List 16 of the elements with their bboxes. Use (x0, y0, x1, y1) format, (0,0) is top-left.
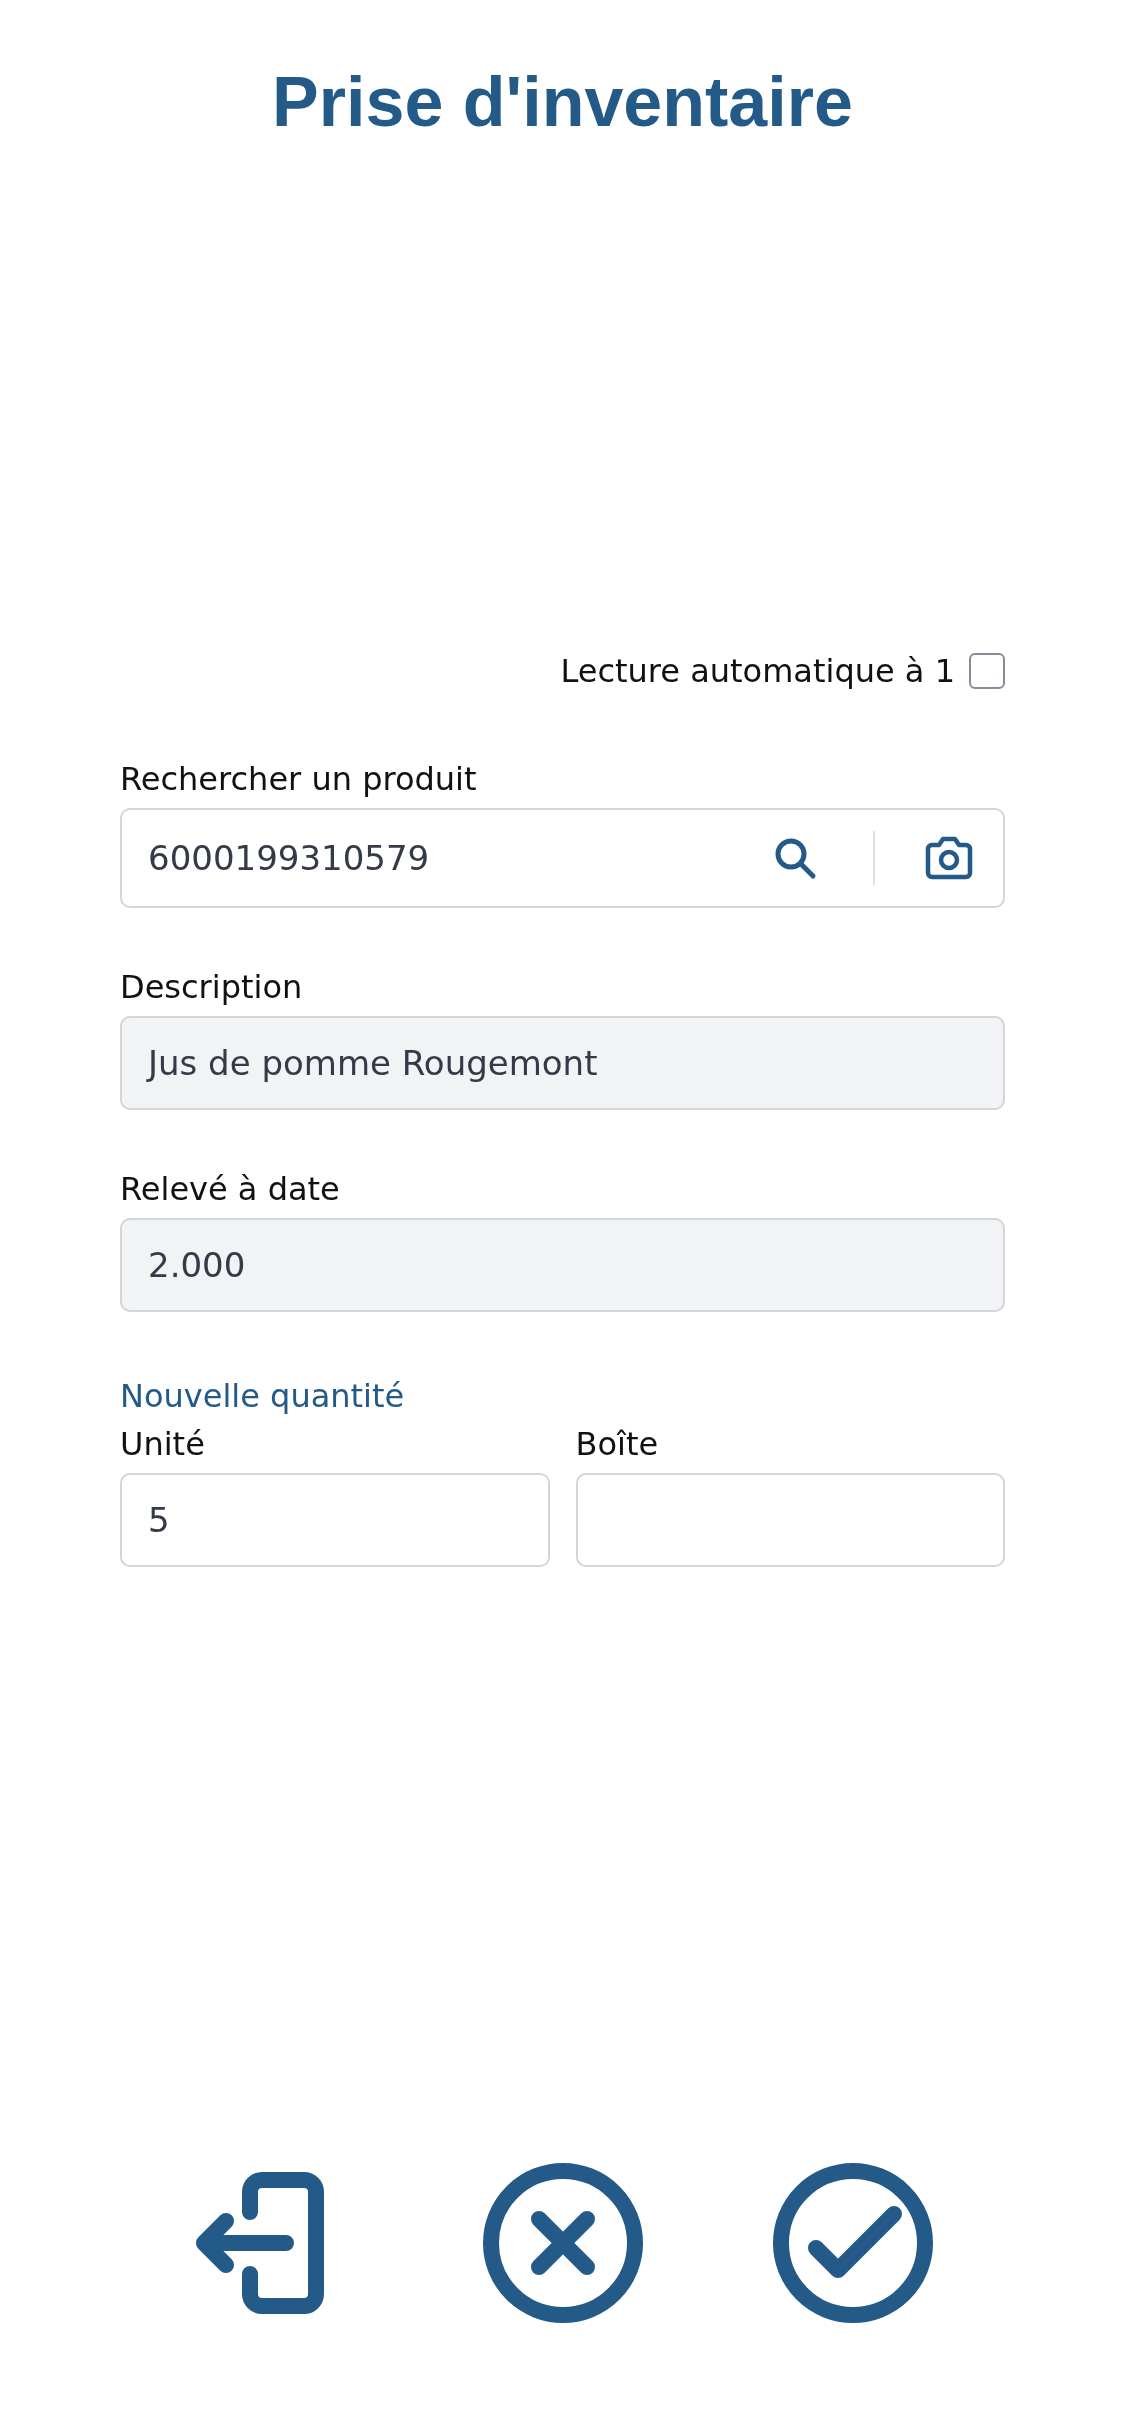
checkbox[interactable] (969, 653, 1005, 689)
checkbox-label: Lecture automatique à 1 (560, 652, 955, 690)
field-label: Rechercher un produit (120, 760, 477, 798)
cancel-button[interactable] (481, 2162, 644, 2324)
input-field[interactable] (575, 1473, 1005, 1567)
field-label: Relevé à date (120, 1170, 340, 1208)
page-title: Prise d'inventaire (272, 62, 853, 142)
camera-icon[interactable] (923, 835, 975, 881)
confirm-button[interactable] (771, 2162, 934, 2324)
search-field[interactable]: 6000199310579 (120, 808, 1005, 908)
field-label: Description (120, 968, 303, 1006)
input-field[interactable]: 5 (120, 1473, 550, 1567)
field-label: Unité (120, 1425, 205, 1463)
section-heading: Nouvelle quantité (120, 1377, 405, 1415)
field-label: Boîte (575, 1425, 659, 1463)
search-icon[interactable] (773, 836, 817, 880)
